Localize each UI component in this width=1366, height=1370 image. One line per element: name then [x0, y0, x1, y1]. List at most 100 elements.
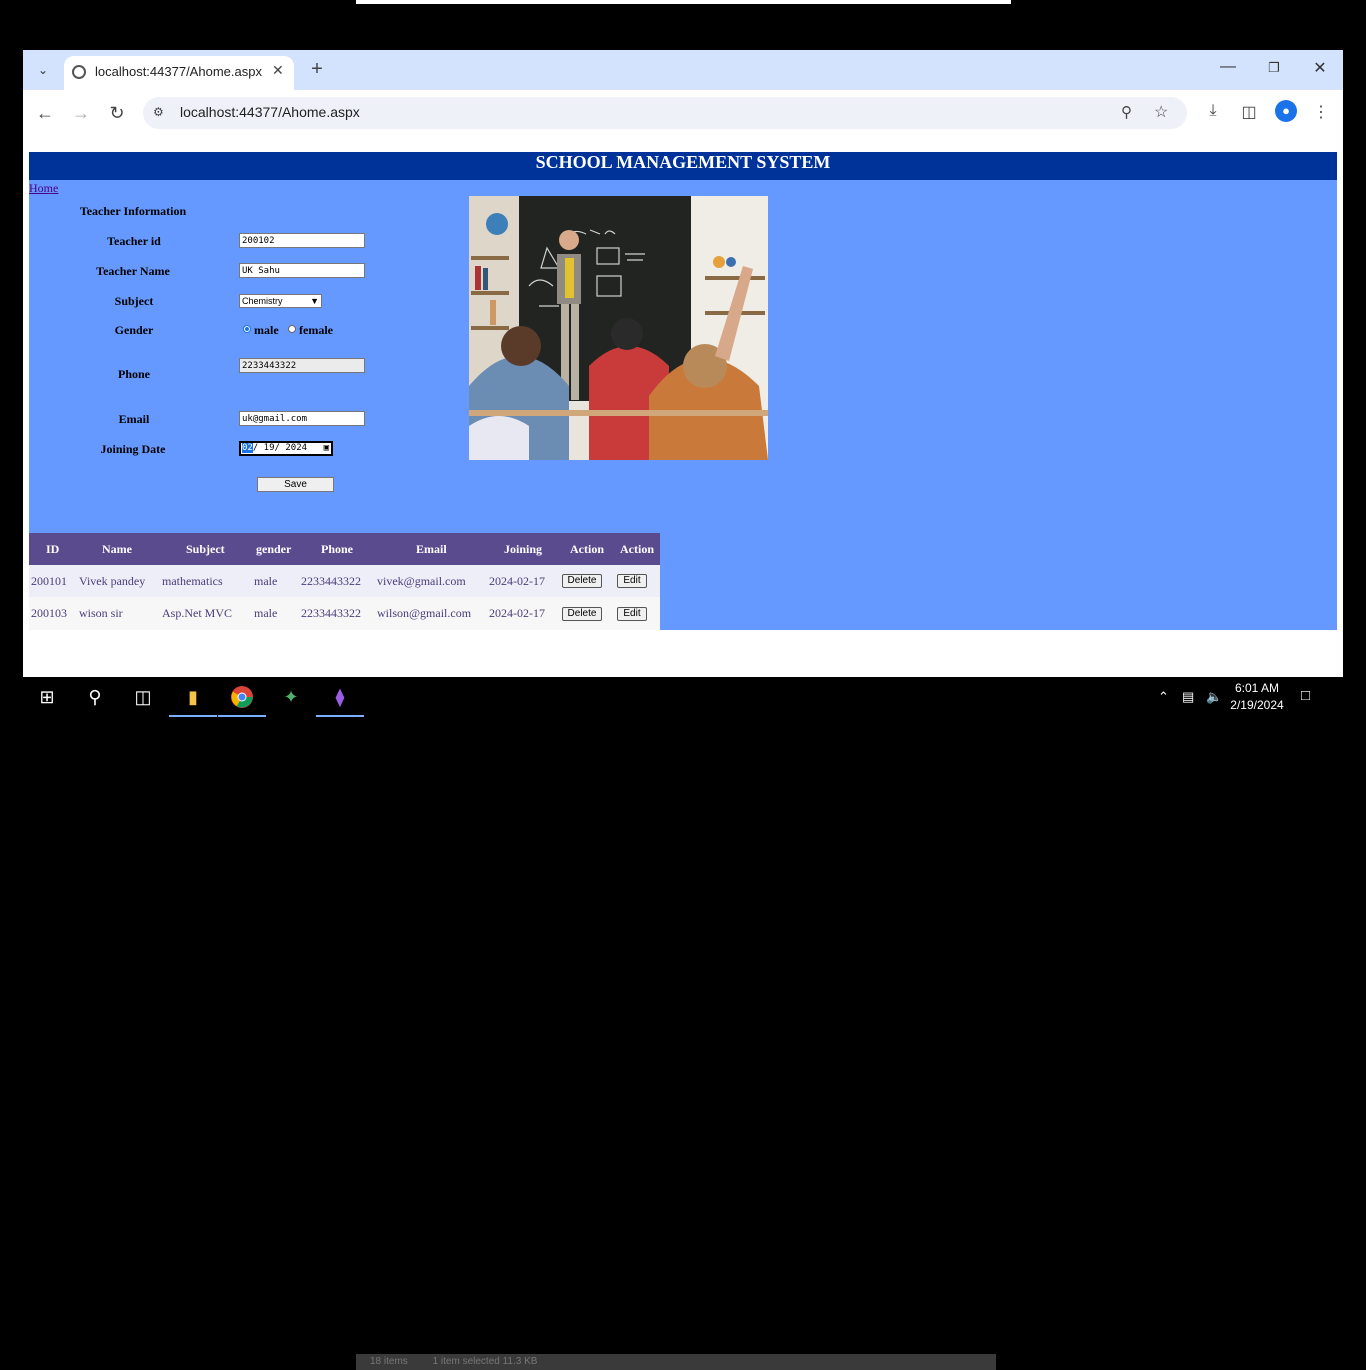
- home-link[interactable]: Home: [29, 181, 58, 196]
- teacher-name-label: Teacher Name: [96, 264, 170, 278]
- clock-date: 2/19/2024: [1230, 698, 1284, 712]
- back-arrow-icon[interactable]: ←: [33, 102, 57, 124]
- edit-button[interactable]: Edit: [617, 607, 647, 621]
- tab-title: localhost:44377/Ahome.aspx: [95, 64, 262, 79]
- volume-icon[interactable]: 🔈: [1206, 689, 1222, 705]
- restore-icon[interactable]: ❐: [1259, 60, 1289, 76]
- cell-gender: male: [254, 606, 278, 620]
- plus-icon[interactable]: +: [305, 58, 329, 81]
- cell-name: Vivek pandey: [79, 574, 146, 588]
- gender-male-radio[interactable]: [243, 325, 251, 333]
- explorer-selection: 1 item selected 11.3 KB: [432, 1356, 538, 1367]
- cell-id: 200101: [31, 574, 67, 588]
- tab-bar: ⌄ localhost:44377/Ahome.aspx ✕ + — ❐ ✕: [23, 50, 1343, 90]
- globe-icon: [72, 65, 86, 79]
- cell-subject: Asp.Net MVC: [162, 606, 233, 620]
- cell-joining: 2024-02-17: [489, 606, 545, 620]
- gender-female-label[interactable]: female: [299, 323, 333, 338]
- address-bar[interactable]: ⚙ localhost:44377/Ahome.aspx ⚲ ☆: [143, 97, 1187, 129]
- explorer-item-count: 18 items: [370, 1356, 408, 1367]
- subject-select[interactable]: Chemistry ▼: [239, 294, 322, 308]
- teacher-id-label: Teacher id: [107, 234, 161, 248]
- taskbar: ⊞ ⚲ ◫ ▮ ✦ ⧫ 18 items 1 item selected 11.…: [0, 677, 1366, 1370]
- cell-email: wilson@gmail.com: [377, 606, 472, 620]
- grid-header-id: ID: [46, 542, 60, 556]
- grid-header-gender: gender: [256, 542, 292, 556]
- download-icon[interactable]: ⤓: [1201, 102, 1225, 120]
- browser-window: ⌄ localhost:44377/Ahome.aspx ✕ + — ❐ ✕ ←…: [23, 50, 1343, 677]
- joining-date-input[interactable]: 02/ 19/ 2024 ▣: [239, 441, 333, 456]
- phone-input[interactable]: 2233443322: [239, 358, 365, 373]
- url-text[interactable]: localhost:44377/Ahome.aspx: [180, 104, 360, 120]
- date-month-segment[interactable]: 02: [242, 443, 253, 453]
- subject-select-value: Chemistry: [242, 296, 283, 306]
- grid-header-row: ID Name Subject gender Phone Email Joini…: [29, 533, 660, 565]
- table-row: 200103 wison sir Asp.Net MVC male 223344…: [29, 597, 660, 630]
- chevron-down-icon: ▼: [310, 296, 319, 306]
- calendar-icon[interactable]: ▣: [324, 443, 329, 454]
- chevron-up-icon[interactable]: ⌃: [1158, 689, 1169, 705]
- star-icon[interactable]: ☆: [1154, 102, 1168, 122]
- notification-icon[interactable]: □: [1301, 687, 1310, 704]
- network-icon[interactable]: ▤: [1182, 689, 1194, 705]
- close-tab-icon[interactable]: ✕: [272, 62, 284, 79]
- gender-male-label[interactable]: male: [254, 323, 279, 338]
- delete-button[interactable]: Delete: [562, 607, 602, 621]
- grid-header-action: Action: [620, 542, 654, 556]
- forward-arrow-icon[interactable]: →: [69, 102, 93, 124]
- subject-label: Subject: [114, 294, 154, 308]
- file-explorer-icon[interactable]: ▮: [169, 677, 217, 717]
- email-input[interactable]: uk@gmail.com: [239, 411, 365, 426]
- classroom-photo: [469, 196, 768, 460]
- cell-joining: 2024-02-17: [489, 574, 545, 588]
- top-strip: [356, 0, 1011, 4]
- task-view-icon[interactable]: ◫: [119, 677, 167, 717]
- form-title: Teacher Information: [79, 204, 187, 218]
- grid-header-joining: Joining: [504, 542, 543, 556]
- python-icon[interactable]: ✦: [267, 677, 315, 717]
- page-content: SCHOOL MANAGEMENT SYSTEM Home Teacher In…: [29, 152, 1337, 630]
- table-row: 200101 Vivek pandey mathematics male 223…: [29, 565, 660, 597]
- minimize-icon[interactable]: —: [1213, 58, 1243, 76]
- email-label: Email: [118, 412, 150, 426]
- side-panel-icon[interactable]: ◫: [1237, 102, 1261, 122]
- cell-name: wison sir: [79, 606, 123, 620]
- clock-time: 6:01 AM: [1234, 681, 1280, 695]
- phone-label: Phone: [117, 367, 150, 381]
- kebab-menu-icon[interactable]: ⋮: [1309, 102, 1333, 122]
- chrome-icon[interactable]: [218, 677, 266, 717]
- reload-icon[interactable]: ↻: [105, 102, 129, 124]
- edit-button[interactable]: Edit: [617, 574, 647, 588]
- grid-header-phone: Phone: [321, 542, 354, 556]
- close-window-icon[interactable]: ✕: [1305, 58, 1335, 78]
- teacher-id-input[interactable]: 200102: [239, 233, 365, 248]
- chevron-down-icon[interactable]: ⌄: [31, 59, 55, 81]
- profile-icon[interactable]: ●: [1275, 100, 1297, 122]
- site-info-icon[interactable]: ⚙: [153, 105, 164, 119]
- cell-gender: male: [254, 574, 278, 588]
- cell-subject: mathematics: [162, 574, 223, 588]
- system-clock[interactable]: 6:01 AM 2/19/2024: [1222, 680, 1292, 714]
- cell-phone: 2233443322: [301, 574, 361, 588]
- start-icon[interactable]: ⊞: [23, 677, 71, 717]
- save-button[interactable]: Save: [257, 477, 334, 492]
- browser-tab[interactable]: localhost:44377/Ahome.aspx ✕: [64, 56, 294, 90]
- visual-studio-icon[interactable]: ⧫: [316, 677, 364, 717]
- grid-header-email: Email: [416, 542, 447, 556]
- cell-phone: 2233443322: [301, 606, 361, 620]
- cell-email: vivek@gmail.com: [377, 574, 466, 588]
- gender-label: Gender: [114, 323, 154, 337]
- grid-header-action: Action: [570, 542, 604, 556]
- gender-female-radio[interactable]: [288, 325, 296, 333]
- date-rest: / 19/ 2024: [252, 443, 308, 453]
- grid-header-name: Name: [102, 542, 132, 556]
- explorer-status-bar: 18 items 1 item selected 11.3 KB: [356, 1354, 996, 1370]
- search-icon[interactable]: ⚲: [71, 677, 119, 717]
- cell-id: 200103: [31, 606, 67, 620]
- page-title: SCHOOL MANAGEMENT SYSTEM: [29, 152, 1337, 180]
- browser-toolbar: ← → ↻ ⚙ localhost:44377/Ahome.aspx ⚲ ☆ ⤓…: [23, 90, 1343, 136]
- delete-button[interactable]: Delete: [562, 574, 602, 588]
- teacher-name-input[interactable]: UK Sahu: [239, 263, 365, 278]
- grid-header-subject: Subject: [186, 542, 225, 556]
- zoom-icon[interactable]: ⚲: [1121, 103, 1132, 121]
